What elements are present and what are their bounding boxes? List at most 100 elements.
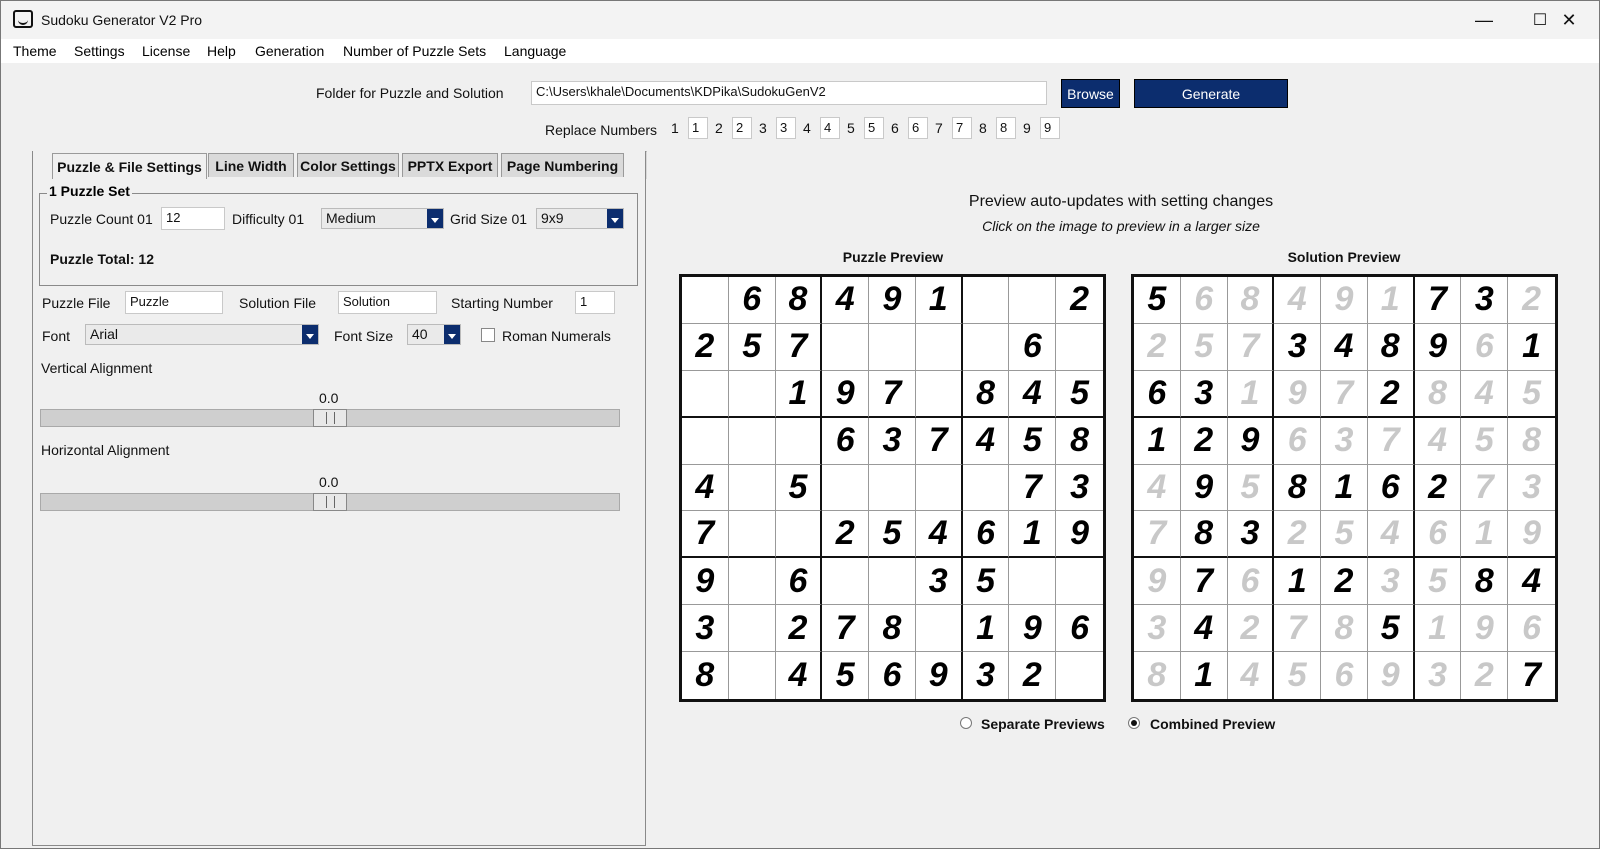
grid-size-value: 9x9	[541, 210, 564, 226]
sudoku-cell: 2	[1227, 605, 1275, 653]
sudoku-cell: 2	[1180, 417, 1228, 465]
sudoku-cell: 7	[1180, 558, 1228, 606]
sudoku-cell: 6	[1227, 558, 1275, 606]
sudoku-cell: 2	[1508, 277, 1555, 324]
sudoku-cell: 5	[1414, 558, 1462, 606]
sudoku-cell: 5	[775, 464, 823, 512]
grid-size-select[interactable]: 9x9	[536, 208, 624, 229]
menu-help[interactable]: Help	[207, 43, 236, 59]
sudoku-cell: 2	[1367, 370, 1415, 418]
sudoku-cell: 6	[1414, 511, 1462, 559]
replace-number-input[interactable]: 6	[908, 117, 928, 139]
menu-settings[interactable]: Settings	[74, 43, 125, 59]
solution-file-label: Solution File	[239, 295, 317, 311]
sudoku-cell: 4	[822, 277, 870, 324]
sudoku-cell: 1	[1227, 370, 1275, 418]
sudoku-cell: 7	[1367, 417, 1415, 465]
sudoku-cell: 3	[1367, 558, 1415, 606]
replace-number-input[interactable]: 7	[952, 117, 972, 139]
separate-previews-radio[interactable]	[960, 717, 972, 729]
menu-theme[interactable]: Theme	[13, 43, 57, 59]
sudoku-cell	[1056, 652, 1103, 699]
sudoku-cell: 5	[1508, 371, 1555, 418]
vertical-slider-thumb[interactable]	[313, 409, 347, 427]
sudoku-cell: 6	[1274, 417, 1322, 465]
tab-pptx-export[interactable]: PPTX Export	[402, 153, 498, 177]
solution-preview-grid[interactable]: 5684917322573489616319728451296374584958…	[1131, 274, 1558, 702]
sudoku-cell: 9	[1368, 652, 1415, 699]
tab-color-settings[interactable]: Color Settings	[297, 153, 399, 177]
sudoku-cell: 1	[1508, 324, 1555, 371]
combined-previews-radio[interactable]	[1128, 717, 1140, 729]
solution-file-input[interactable]: Solution	[338, 291, 437, 314]
replace-number-input[interactable]: 9	[1040, 117, 1060, 139]
horizontal-slider-thumb[interactable]	[313, 493, 347, 511]
replace-number-input[interactable]: 5	[864, 117, 884, 139]
sudoku-cell: 1	[1414, 605, 1462, 653]
menu-generation[interactable]: Generation	[255, 43, 324, 59]
sudoku-cell: 5	[1367, 605, 1415, 653]
replace-source-digit: 4	[803, 120, 811, 136]
replace-number-input[interactable]: 2	[732, 117, 752, 139]
sudoku-cell: 5	[1134, 277, 1181, 324]
menu-license[interactable]: License	[142, 43, 190, 59]
sudoku-cell: 8	[1321, 605, 1368, 653]
replace-number-input[interactable]: 8	[996, 117, 1016, 139]
minimize-button[interactable]: —	[1456, 1, 1512, 39]
sudoku-cell: 3	[1461, 277, 1509, 324]
sudoku-cell: 2	[1274, 511, 1322, 559]
sudoku-cell: 1	[1009, 511, 1057, 559]
sudoku-cell: 4	[1461, 370, 1509, 418]
roman-numerals-checkbox[interactable]	[481, 328, 495, 342]
puzzle-count-input[interactable]: 12	[161, 207, 225, 230]
tab-line-width[interactable]: Line Width	[208, 153, 294, 177]
sudoku-cell: 4	[1009, 370, 1057, 418]
replace-number-input[interactable]: 3	[776, 117, 796, 139]
generate-button[interactable]: Generate	[1134, 79, 1288, 108]
sudoku-cell: 5	[962, 558, 1010, 606]
sudoku-cell: 6	[1180, 277, 1228, 324]
menu-language[interactable]: Language	[504, 43, 566, 59]
sudoku-cell: 5	[869, 511, 916, 559]
sudoku-cell: 7	[1321, 370, 1368, 418]
puzzle-preview-grid[interactable]: 6849122576197845637458457372546199635327…	[679, 274, 1106, 702]
sudoku-cell	[728, 558, 776, 606]
sudoku-cell: 2	[822, 511, 870, 559]
sudoku-cell: 8	[682, 652, 729, 699]
sudoku-cell	[915, 605, 963, 653]
sudoku-cell: 4	[1274, 277, 1322, 324]
difficulty-select[interactable]: Medium	[321, 208, 444, 229]
tab-page-numbering[interactable]: Page Numbering	[501, 153, 624, 177]
sudoku-cell: 3	[963, 652, 1010, 699]
vertical-alignment-slider[interactable]	[40, 409, 620, 427]
tab-puzzle-file-settings[interactable]: Puzzle & File Settings	[52, 153, 207, 179]
sudoku-cell: 8	[1508, 418, 1555, 465]
folder-path-input[interactable]: C:\Users\khale\Documents\KDPika\SudokuGe…	[531, 81, 1047, 105]
horizontal-alignment-slider[interactable]	[40, 493, 620, 511]
browse-button[interactable]: Browse	[1061, 79, 1120, 108]
close-button[interactable]: ✕	[1541, 1, 1597, 39]
sudoku-cell: 4	[1414, 417, 1462, 465]
replace-number-input[interactable]: 1	[688, 117, 708, 139]
sudoku-cell: 9	[1227, 417, 1275, 465]
sudoku-cell: 7	[1274, 605, 1322, 653]
sudoku-cell: 9	[1274, 370, 1322, 418]
title-bar: Sudoku Generator V2 Pro — ☐ ✕	[1, 1, 1599, 39]
sudoku-cell: 2	[1056, 277, 1103, 324]
sudoku-cell: 3	[1134, 605, 1181, 653]
sudoku-cell: 5	[1321, 511, 1368, 559]
font-size-value: 40	[412, 326, 428, 342]
sudoku-cell: 9	[1009, 605, 1057, 653]
starting-number-input[interactable]: 1	[575, 291, 615, 314]
font-select[interactable]: Arial	[85, 324, 319, 345]
replace-source-digit: 9	[1023, 120, 1031, 136]
puzzle-file-input[interactable]: Puzzle	[125, 291, 223, 314]
app-icon	[13, 10, 33, 28]
replace-number-input[interactable]: 4	[820, 117, 840, 139]
font-size-select[interactable]: 40	[407, 324, 461, 345]
sudoku-cell: 4	[962, 417, 1010, 465]
sudoku-cell	[728, 417, 776, 465]
menu-number-of-puzzle-sets[interactable]: Number of Puzzle Sets	[343, 43, 486, 59]
preview-subheading: Click on the image to preview in a large…	[982, 218, 1260, 234]
replace-source-digit: 7	[935, 120, 943, 136]
